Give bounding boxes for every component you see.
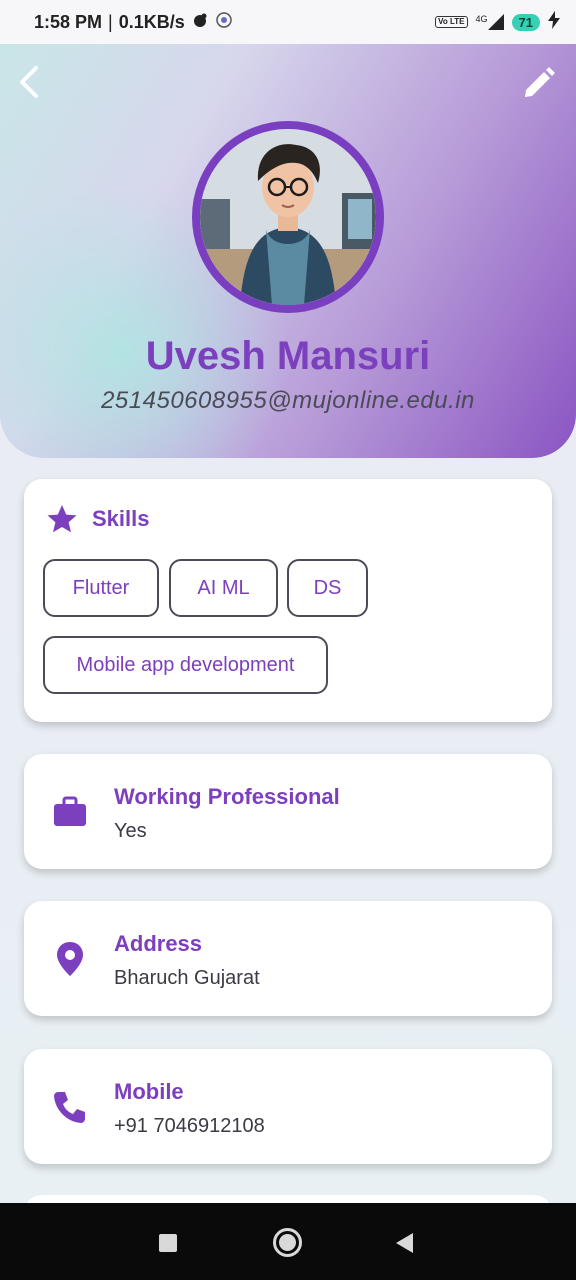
avatar-illustration — [200, 129, 376, 305]
info-title: Address — [114, 931, 203, 956]
info-card-mobile: Mobile +91 7046912108 — [24, 1049, 552, 1164]
skills-card: Skills Flutter AI ML DS Mobile app devel… — [24, 479, 552, 722]
system-nav-bar — [0, 1203, 576, 1280]
info-card-address: Address Bharuch Gujarat — [24, 901, 552, 1016]
phone-icon — [54, 1092, 85, 1123]
skills-title: Skills — [92, 506, 150, 531]
battery-indicator: 71 — [511, 13, 540, 31]
profile-header: Uvesh Mansuri 251450608955@mujonline.edu… — [0, 44, 576, 458]
status-bar: 1:58 PM | 0.1KB/s Vo LTE 4G 71 — [0, 0, 576, 44]
info-title: Mobile — [114, 1079, 184, 1104]
info-title: Working Professional — [114, 784, 340, 809]
skill-chip-ds[interactable]: DS — [287, 559, 368, 617]
status-right: Vo LTE 4G 71 — [435, 10, 560, 34]
charging-icon — [548, 10, 560, 34]
profile-avatar[interactable] — [192, 121, 384, 313]
back-nav-button[interactable] — [396, 1233, 413, 1253]
recents-button[interactable] — [159, 1234, 177, 1252]
app-notification-icon — [215, 11, 233, 34]
status-time: 1:58 PM — [34, 11, 103, 32]
network-type-label: 4G — [475, 14, 488, 24]
notification-icon — [191, 11, 209, 34]
info-card-working-professional: Working Professional Yes — [24, 754, 552, 869]
briefcase-icon — [54, 796, 86, 826]
star-icon — [47, 505, 77, 533]
status-divider: | — [108, 11, 113, 32]
profile-name: Uvesh Mansuri — [145, 334, 431, 378]
edit-profile-button[interactable] — [520, 64, 558, 102]
back-button[interactable] — [14, 64, 50, 100]
skill-chip-flutter[interactable]: Flutter — [43, 559, 159, 617]
info-value: Yes — [114, 820, 147, 842]
profile-email: 251450608955@mujonline.edu.in — [101, 387, 475, 414]
pencil-icon — [525, 67, 555, 97]
home-button[interactable] — [273, 1228, 302, 1257]
skills-header: Skills — [46, 503, 149, 535]
skill-chip-mobile-app-development[interactable]: Mobile app development — [43, 636, 328, 694]
status-speed: 0.1KB/s — [118, 11, 185, 32]
back-arrow-icon — [20, 66, 38, 98]
skill-chip-ai-ml[interactable]: AI ML — [169, 559, 278, 617]
status-left: 1:58 PM | 0.1KB/s — [34, 11, 233, 34]
info-value[interactable]: +91 7046912108 — [114, 1115, 265, 1138]
signal-icon: 4G — [476, 14, 504, 30]
location-pin-icon — [57, 942, 83, 976]
info-value: Bharuch Gujarat — [114, 967, 260, 989]
volte-icon: Vo LTE — [435, 16, 468, 28]
